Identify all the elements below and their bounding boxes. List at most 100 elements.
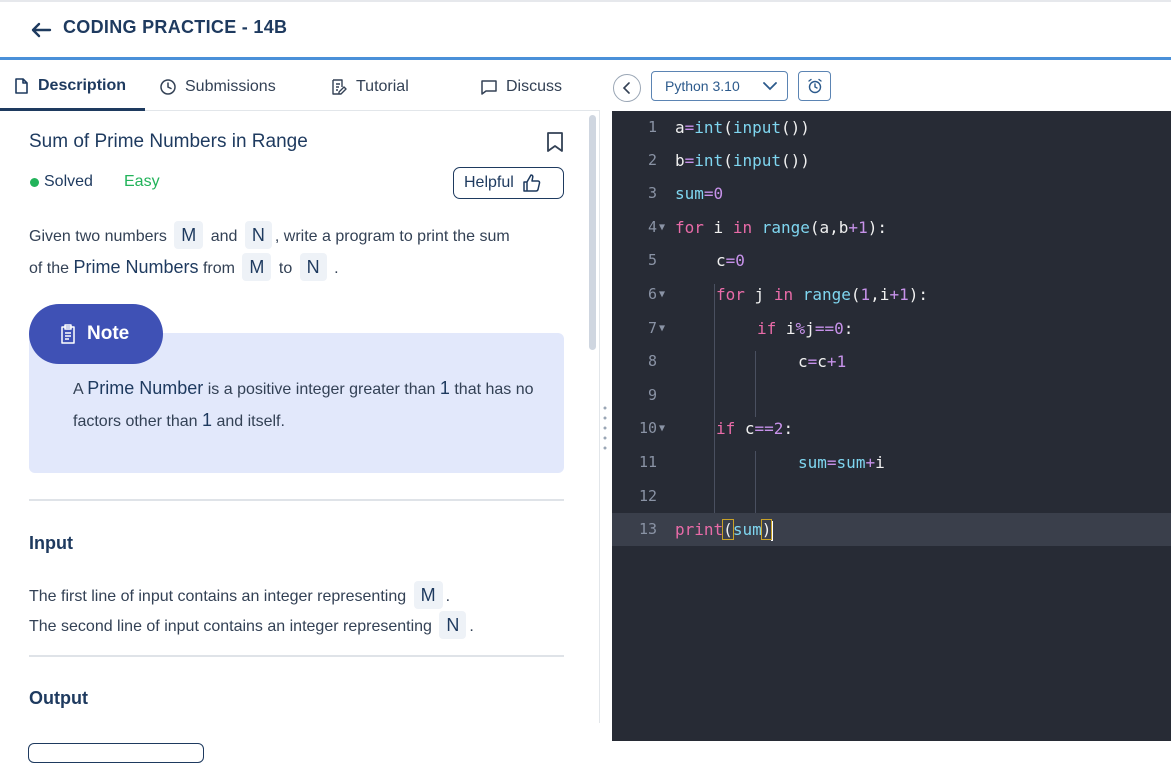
bottom-action-button[interactable]: [28, 743, 204, 763]
code-line[interactable]: 6 ▼ for j in range(1,i+1):: [612, 278, 1171, 311]
code-line[interactable]: 12: [612, 480, 1171, 513]
chip-n: N: [439, 611, 467, 639]
chip-m: M: [174, 221, 204, 249]
code-token: i: [703, 218, 733, 237]
code-token: if: [716, 419, 736, 438]
bookmark-icon[interactable]: [545, 131, 565, 153]
desc-text: .: [469, 618, 474, 635]
chevron-left-icon: [622, 82, 630, 94]
text-cursor: [771, 520, 774, 541]
tab-description[interactable]: Description: [0, 63, 145, 111]
code-token: sum: [675, 184, 704, 203]
code-token: int: [694, 151, 724, 170]
code-token: (: [850, 285, 861, 304]
fold-arrow-icon[interactable]: ▼: [659, 278, 665, 311]
chip-n: N: [244, 221, 272, 249]
line-number: 5: [647, 251, 657, 269]
code-line[interactable]: 4 ▼ for i in range(a,b+1):: [612, 211, 1171, 244]
code-line[interactable]: 2 b=int(input()): [612, 144, 1171, 177]
tab-tutorial[interactable]: Tutorial: [330, 63, 409, 111]
code-token: (: [723, 118, 733, 137]
code-token: 1: [858, 218, 868, 237]
code-line[interactable]: 11 sum=sum+i: [612, 446, 1171, 479]
code-token: sum: [798, 453, 827, 472]
input-line: The second line of input contains an int…: [29, 618, 432, 635]
code-token: input: [732, 118, 781, 137]
note-text-part: is a positive integer greater than: [207, 381, 436, 398]
desc-text: .: [445, 588, 451, 605]
code-token: a: [675, 118, 685, 137]
top-bar: CODING PRACTICE - 14B: [0, 0, 1171, 60]
document-icon: [15, 77, 28, 94]
code-token: 0: [735, 251, 745, 270]
helpful-button[interactable]: Helpful: [453, 167, 564, 199]
line-number: 7: [647, 319, 657, 337]
language-select[interactable]: Python 3.10: [651, 71, 788, 101]
solved-status-dot: [30, 178, 39, 187]
code-token: =: [684, 118, 695, 137]
line-number: 6: [647, 285, 657, 303]
back-arrow-icon[interactable]: [28, 16, 54, 42]
line-number: 10: [638, 419, 657, 437]
output-heading: Output: [29, 688, 88, 708]
code-token: sum: [732, 520, 762, 539]
code-line[interactable]: 7 ▼ if i%j==0:: [612, 312, 1171, 345]
code-token: =: [807, 352, 818, 371]
code-token: ):: [908, 285, 928, 304]
code-token: (a,b: [809, 218, 849, 237]
solved-status: Solved: [44, 173, 93, 190]
description-panel: Sum of Prime Numbers in Range Solved Eas…: [0, 111, 600, 723]
tab-tutorial-label: Tutorial: [356, 78, 409, 95]
note-badge: Note: [29, 304, 163, 364]
desc-text: .: [334, 260, 339, 277]
tab-submissions[interactable]: Submissions: [159, 63, 276, 111]
notes-icon: [332, 79, 347, 95]
code-token: if: [757, 319, 777, 338]
thumbs-up-icon: [523, 174, 541, 192]
code-editor[interactable]: 1 a=int(input()) 2 b=int(input()) 3 sum=…: [612, 111, 1171, 741]
tab-description-label: Description: [38, 76, 127, 94]
code-token: c: [735, 419, 755, 438]
collapse-panel-button[interactable]: [613, 74, 641, 102]
desc-text: and: [210, 228, 238, 245]
chip-m: M: [413, 581, 443, 609]
code-token: range: [761, 218, 810, 237]
code-line[interactable]: 1 a=int(input()): [612, 111, 1171, 144]
problem-title: Sum of Prime Numbers in Range: [29, 131, 308, 152]
panel-resize-handle[interactable]: [603, 405, 607, 451]
note-text-part: and itself.: [216, 413, 285, 430]
code-token: in: [773, 285, 794, 304]
code-token: 2: [773, 419, 784, 438]
fold-arrow-icon[interactable]: ▼: [659, 412, 665, 445]
chevron-down-icon: [763, 82, 777, 91]
code-token: print: [675, 520, 724, 539]
input-heading: Input: [29, 533, 73, 553]
code-token: +: [865, 453, 876, 472]
code-token: +: [889, 285, 900, 304]
code-token: ==: [814, 319, 835, 338]
fold-arrow-icon[interactable]: ▼: [659, 312, 665, 345]
code-line[interactable]: 3 sum=0: [612, 177, 1171, 210]
code-token: input: [732, 151, 781, 170]
line-number: 8: [647, 352, 657, 370]
tab-discuss[interactable]: Discuss: [480, 63, 562, 111]
code-token: :: [783, 419, 794, 438]
line-number: 11: [638, 453, 657, 471]
code-line[interactable]: 8 c=c+1: [612, 345, 1171, 378]
description-scrollbar[interactable]: [589, 115, 596, 350]
code-token: (: [723, 151, 733, 170]
desc-text: to: [278, 260, 293, 277]
fold-arrow-icon[interactable]: ▼: [659, 211, 665, 244]
code-token: i: [776, 319, 796, 338]
code-line[interactable]: 10 ▼ if c==2:: [612, 412, 1171, 445]
code-token: c: [817, 352, 827, 371]
language-value: Python 3.10: [665, 78, 740, 94]
input-description: The first line of input contains an inte…: [29, 581, 574, 641]
code-token: b: [675, 151, 685, 170]
number-one: 1: [201, 410, 212, 430]
clipboard-icon: [61, 324, 75, 344]
code-line-current[interactable]: 13 print(sum): [612, 513, 1171, 546]
timer-button[interactable]: [798, 71, 831, 101]
code-line[interactable]: 9: [612, 379, 1171, 412]
code-line[interactable]: 5 c=0: [612, 244, 1171, 277]
